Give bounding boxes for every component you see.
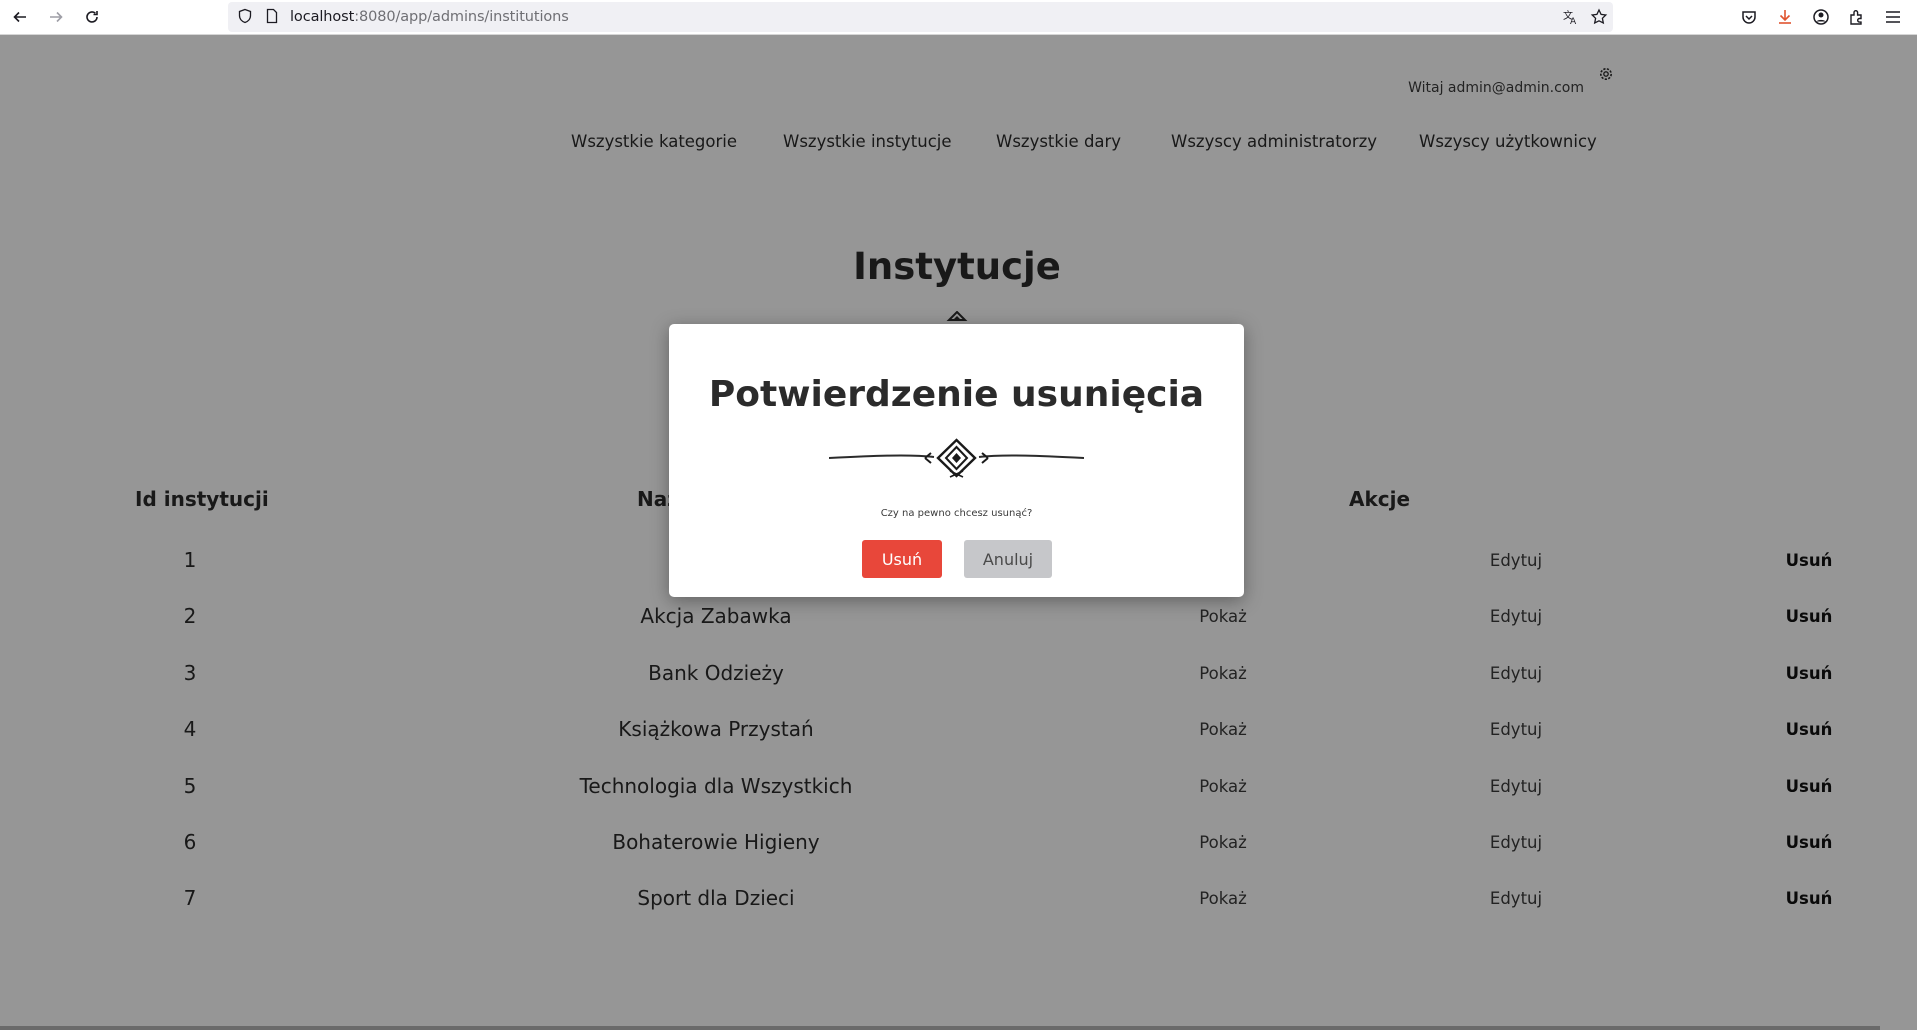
svg-text:A: A — [1570, 17, 1577, 26]
confirm-delete-button[interactable]: Usuń — [862, 540, 942, 578]
dialog-question: Czy na pewno chcesz usunąć? — [880, 508, 1033, 519]
browser-toolbar: localhost:8080/app/admins/institutions 文… — [0, 0, 1917, 35]
horizontal-scrollbar[interactable] — [0, 1026, 1880, 1030]
address-bar[interactable]: localhost:8080/app/admins/institutions 文… — [228, 2, 1613, 32]
cancel-button[interactable]: Anuluj — [964, 540, 1052, 578]
reload-icon[interactable] — [79, 4, 105, 30]
menu-icon[interactable] — [1883, 7, 1903, 27]
page-icon[interactable] — [264, 8, 280, 24]
delete-confirmation-dialog: Potwierdzenie usunięcia Czy na pewno chc… — [669, 324, 1244, 597]
bookmark-star-icon[interactable] — [1590, 8, 1608, 26]
tracking-shield-icon[interactable] — [237, 8, 253, 24]
translate-icon[interactable]: 文A — [1562, 8, 1580, 26]
pocket-icon[interactable] — [1739, 7, 1759, 27]
forward-icon[interactable] — [43, 4, 69, 30]
back-icon[interactable] — [7, 4, 33, 30]
download-icon[interactable] — [1775, 7, 1795, 27]
account-icon[interactable] — [1811, 7, 1831, 27]
extensions-icon[interactable] — [1847, 7, 1867, 27]
dialog-title: Potwierdzenie usunięcia — [708, 374, 1205, 415]
url-text[interactable]: localhost:8080/app/admins/institutions — [290, 9, 569, 25]
ornament-divider-icon — [829, 438, 1084, 478]
